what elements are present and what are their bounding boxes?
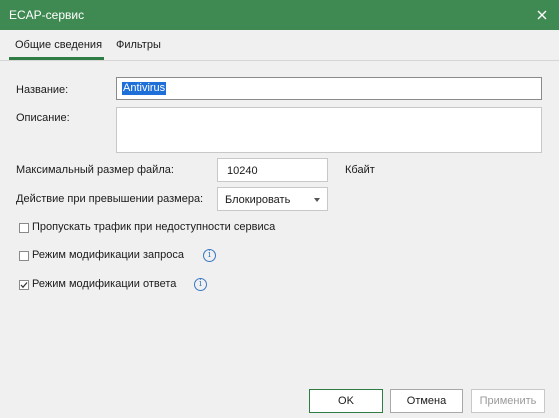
active-tab-indicator xyxy=(9,57,104,60)
skip-traffic-checkbox[interactable] xyxy=(19,223,29,233)
max-size-label: Максимальный размер файла: xyxy=(16,164,174,176)
description-label: Описание: xyxy=(16,112,70,124)
window-title: ECAP-сервис xyxy=(9,8,85,22)
tab-filters[interactable]: Фильтры xyxy=(116,39,161,51)
response-modification-checkbox[interactable] xyxy=(19,280,29,290)
name-field[interactable]: Antivirus xyxy=(116,77,542,100)
title-bar: ECAP-сервис xyxy=(0,0,559,30)
checkmark-icon xyxy=(20,282,28,289)
chevron-down-icon xyxy=(314,198,320,202)
name-label: Название: xyxy=(16,84,69,96)
action-select[interactable]: Блокировать xyxy=(217,187,328,211)
info-icon[interactable]: i xyxy=(194,278,207,291)
request-modification-label[interactable]: Режим модификации запроса xyxy=(32,249,184,261)
action-value: Блокировать xyxy=(225,194,291,206)
info-icon[interactable]: i xyxy=(203,249,216,262)
max-size-unit: Кбайт xyxy=(345,164,375,176)
cancel-button[interactable]: Отмена xyxy=(390,389,463,413)
close-button[interactable] xyxy=(531,4,553,26)
max-size-value: 10240 xyxy=(227,165,258,177)
request-modification-checkbox[interactable] xyxy=(19,251,29,261)
apply-button[interactable]: Применить xyxy=(471,389,545,413)
action-label: Действие при превышении размера: xyxy=(16,193,204,205)
description-field[interactable] xyxy=(116,107,542,153)
name-value: Antivirus xyxy=(122,82,167,95)
skip-traffic-label[interactable]: Пропускать трафик при недоступности серв… xyxy=(32,221,275,233)
tab-bar: Общие сведения Фильтры xyxy=(0,30,559,61)
ok-button[interactable]: OK xyxy=(309,389,383,413)
response-modification-label[interactable]: Режим модификации ответа xyxy=(32,278,176,290)
close-icon xyxy=(537,10,547,20)
max-size-field[interactable]: 10240 xyxy=(217,158,328,182)
tab-general-info[interactable]: Общие сведения xyxy=(15,39,102,51)
